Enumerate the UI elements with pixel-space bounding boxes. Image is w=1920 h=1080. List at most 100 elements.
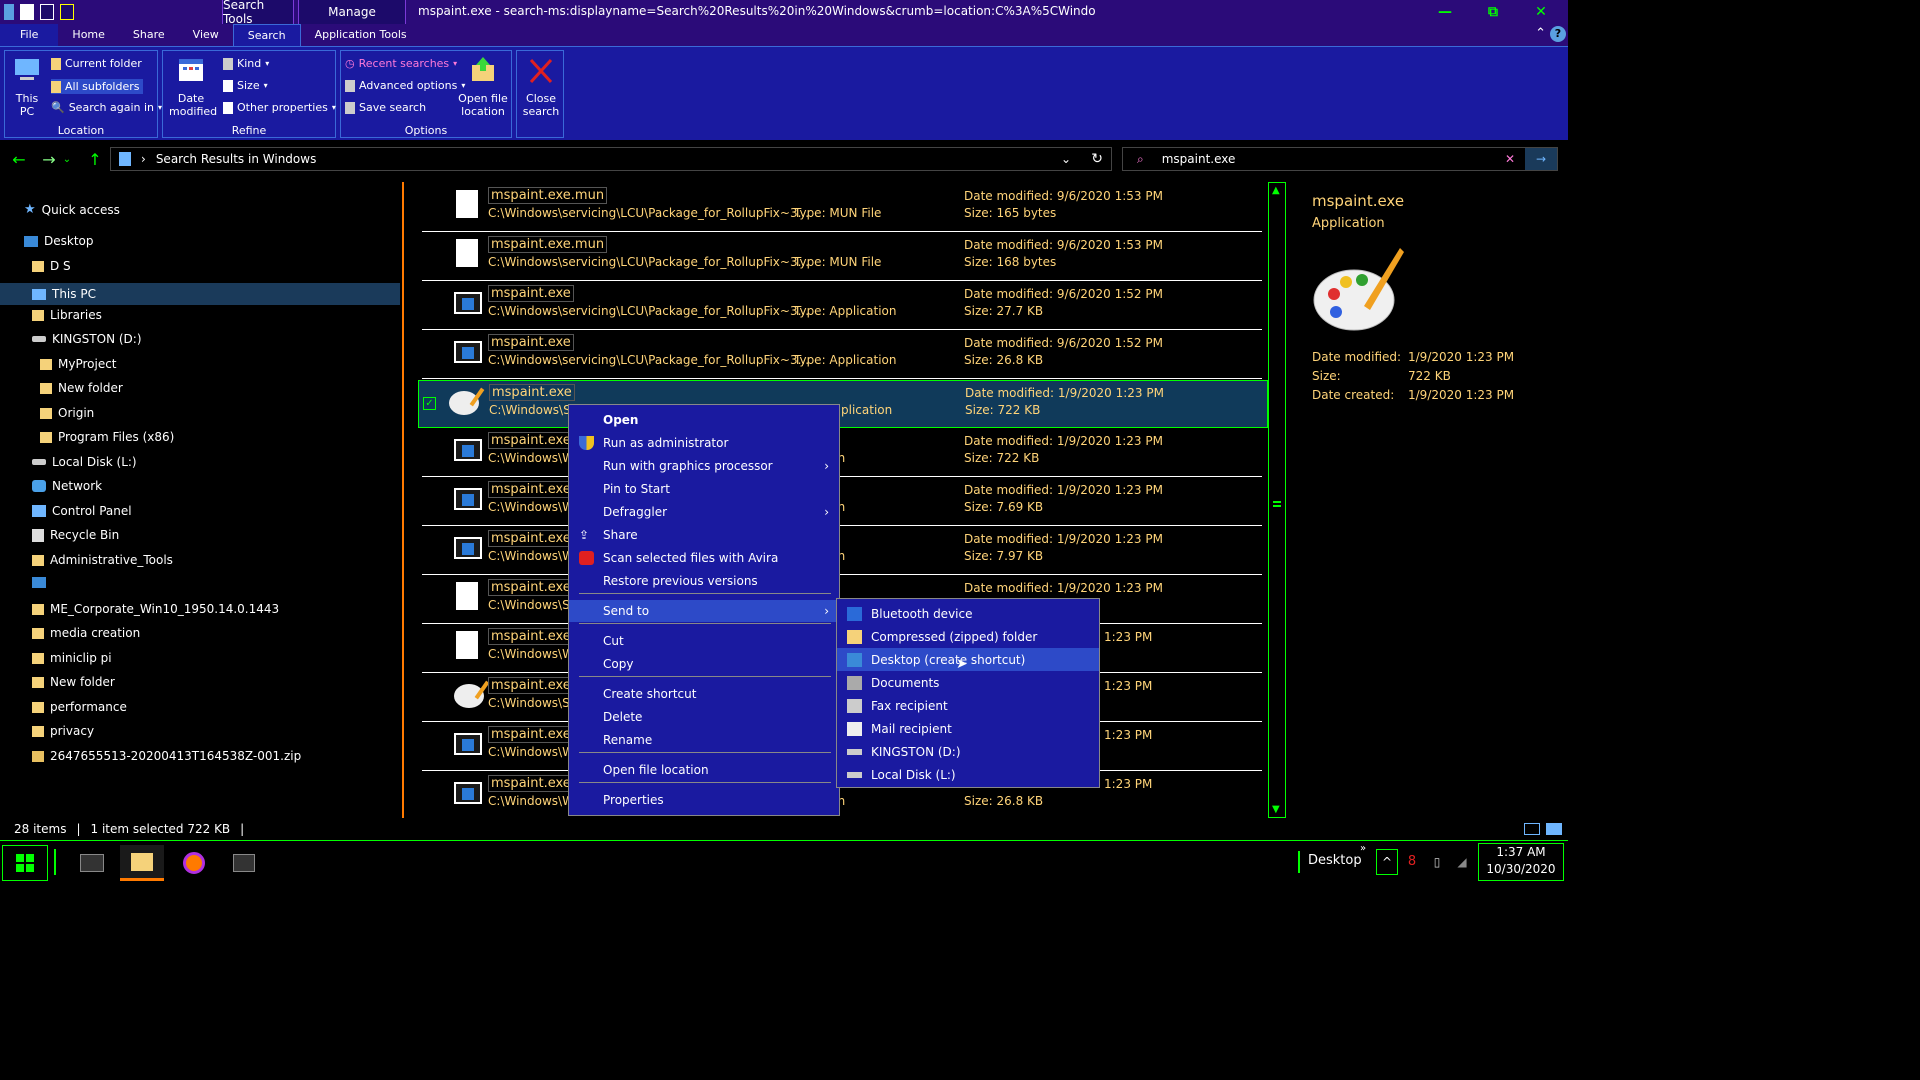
tree-item[interactable]: Libraries [32, 308, 102, 322]
select-checkbox[interactable]: ✓ [423, 397, 436, 410]
other-properties-button[interactable]: Other properties ▾ [223, 101, 336, 114]
menu-item-open-file-location[interactable]: Open file location [569, 759, 839, 781]
menu-item-restore-previous-versions[interactable]: Restore previous versions [569, 570, 839, 592]
tree-item[interactable]: New folder [40, 381, 123, 395]
tree-item[interactable]: Desktop [24, 234, 94, 248]
scroll-thumb[interactable] [1273, 501, 1281, 507]
close-button[interactable]: ✕ [1518, 0, 1564, 24]
scroll-down-icon[interactable]: ▼ [1272, 804, 1280, 815]
menu-item-share[interactable]: ⇪ Share [569, 524, 839, 546]
menu-item-create-shortcut[interactable]: Create shortcut [569, 683, 839, 705]
list-item[interactable]: mspaint.exe.mun C:\Windows\servicing\LCU\… [422, 233, 1262, 281]
list-item[interactable]: mspaint.exe C:\Windows\servicing\LCU\Pack… [422, 331, 1262, 379]
desktop-toolbar-label[interactable]: Desktop [1308, 853, 1362, 868]
search-input[interactable]: mspaint.exe [1162, 152, 1236, 166]
tree-item[interactable]: Network [32, 479, 102, 493]
properties-icon[interactable] [20, 4, 34, 20]
customize-toolbar-icon[interactable] [60, 4, 74, 20]
tree-item[interactable]: Local Disk (L:) [32, 455, 137, 469]
send-to-mail-recipient[interactable]: Mail recipient [837, 717, 1099, 740]
new-folder-icon[interactable] [40, 4, 54, 20]
tab-share[interactable]: Share [119, 24, 179, 46]
list-item[interactable]: mspaint.exe.mun C:\Windows\servicing\LCU\… [422, 184, 1262, 232]
tree-item[interactable]: This PC [0, 283, 400, 305]
tab-search[interactable]: Search [232, 24, 301, 46]
menu-item-rename[interactable]: Rename [569, 729, 839, 751]
search-box[interactable]: ⌕ mspaint.exe ✕ → [1122, 147, 1558, 171]
show-hidden-icons-icon[interactable]: ^ [1376, 849, 1398, 875]
refresh-icon[interactable]: ↻ [1091, 151, 1103, 167]
menu-item-open[interactable]: Open [569, 409, 839, 431]
explorer-icon[interactable] [4, 4, 14, 20]
send-to-fax-recipient[interactable]: Fax recipient [837, 694, 1099, 717]
send-to-documents[interactable]: Documents [837, 671, 1099, 694]
toolbar-chevron-icon[interactable]: » [1360, 843, 1366, 854]
tree-item[interactable]: performance [32, 700, 127, 714]
tree-item[interactable]: Program Files (x86) [40, 430, 174, 444]
details-view-icon[interactable] [1524, 823, 1540, 835]
current-folder-button[interactable]: Current folder [51, 57, 142, 70]
help-icon[interactable]: ? [1550, 26, 1566, 42]
tree-item[interactable]: 2647655513-20200413T164538Z-001.zip [32, 749, 301, 763]
results-scrollbar[interactable]: ▲ ▼ [1268, 182, 1286, 818]
this-pc-button[interactable]: This PC [9, 55, 45, 118]
firefox-taskbar-icon[interactable] [172, 845, 216, 881]
search-go-arrow-icon[interactable]: → [1525, 148, 1557, 170]
maximize-button[interactable]: ⧉ [1470, 0, 1516, 24]
list-item[interactable]: mspaint.exeC:\Windows\WplicationDate mod… [422, 429, 1262, 477]
terminal-taskbar-icon[interactable] [70, 845, 114, 881]
list-item[interactable]: mspaint.exe C:\Windows\servicing\LCU\Pack… [422, 282, 1262, 330]
send-to-local-disk-l[interactable]: Local Disk (L:) [837, 763, 1099, 786]
search-again-button[interactable]: 🔍 Search again in ▾ [51, 101, 162, 114]
menu-item-run-with-graphics-processor[interactable]: Run with graphics processor › [569, 455, 839, 477]
menu-item-properties[interactable]: Properties [569, 789, 839, 811]
minimize-button[interactable]: — [1422, 0, 1468, 24]
tree-item[interactable]: Recycle Bin [32, 528, 119, 542]
tree-item[interactable]: Origin [40, 406, 94, 420]
list-item[interactable]: ✓ mspaint.exe C:\Windows\Sy plication Date m… [418, 380, 1268, 428]
tree-item[interactable]: miniclip pi [32, 651, 112, 665]
tab-home[interactable]: Home [58, 24, 118, 46]
send-to-compressed-zipped-folder[interactable]: Compressed (zipped) folder [837, 625, 1099, 648]
kind-button[interactable]: Kind ▾ [223, 57, 269, 70]
advanced-options-button[interactable]: Advanced options ▾ [345, 79, 465, 92]
tree-item[interactable]: MyProject [40, 357, 117, 371]
send-to-desktop-create-shortcut[interactable]: Desktop (create shortcut) [837, 648, 1099, 671]
address-bar[interactable]: › Search Results in Windows ⌄ ↻ [110, 147, 1112, 171]
open-file-location-button[interactable]: Open file location [457, 55, 509, 118]
menu-item-cut[interactable]: Cut [569, 630, 839, 652]
menu-item-copy[interactable]: Copy [569, 653, 839, 675]
collapse-ribbon-icon[interactable]: ⌃ [1535, 26, 1546, 41]
tab-application-tools[interactable]: Application Tools [301, 24, 421, 46]
menu-item-run-as-administrator[interactable]: Run as administrator [569, 432, 839, 454]
tree-item[interactable]: ME_Corporate_Win10_1950.14.0.1443 [32, 602, 279, 616]
usb-icon[interactable]: ▯ [1428, 849, 1446, 875]
tree-item[interactable]: privacy [32, 724, 94, 738]
start-button[interactable] [2, 845, 48, 881]
address-dropdown-icon[interactable]: ⌄ [1061, 152, 1071, 166]
send-to-kingston-d[interactable]: KINGSTON (D:) [837, 740, 1099, 763]
recent-searches-button[interactable]: ◷ Recent searches ▾ [345, 57, 457, 70]
save-search-button[interactable]: Save search [345, 101, 426, 114]
tree-item[interactable]: New folder [32, 675, 115, 689]
clock[interactable]: 1:37 AM 10/30/2020 [1478, 843, 1564, 881]
menu-item-defraggler[interactable]: Defraggler › [569, 501, 839, 523]
menu-item-delete[interactable]: Delete [569, 706, 839, 728]
list-item[interactable]: mspaint.exeC:\Windows\WplicationDate mod… [422, 478, 1262, 526]
tree-item[interactable]: Control Panel [32, 504, 132, 518]
tree-item[interactable]: D S [32, 259, 71, 273]
network-status-icon[interactable]: ◢ [1452, 849, 1472, 875]
tab-file[interactable]: File [0, 24, 59, 46]
notification-badge-icon[interactable]: 8 [1402, 849, 1422, 875]
tree-item[interactable]: Administrative_Tools [32, 553, 173, 567]
up-arrow-icon[interactable]: ↑ [80, 150, 110, 169]
menu-item-scan-selected-files-with-avira[interactable]: Scan selected files with Avira [569, 547, 839, 569]
tree-item[interactable]: media creation [32, 626, 140, 640]
recent-locations-chevron-icon[interactable]: ⌄ [60, 154, 74, 165]
tree-item[interactable]: ★ Quick access [24, 202, 120, 217]
breadcrumb[interactable]: Search Results in Windows [156, 152, 317, 166]
large-icons-view-icon[interactable] [1546, 823, 1562, 835]
scroll-up-icon[interactable]: ▲ [1272, 185, 1280, 196]
send-to-bluetooth-device[interactable]: Bluetooth device [837, 602, 1099, 625]
clear-search-icon[interactable]: ✕ [1505, 152, 1515, 166]
